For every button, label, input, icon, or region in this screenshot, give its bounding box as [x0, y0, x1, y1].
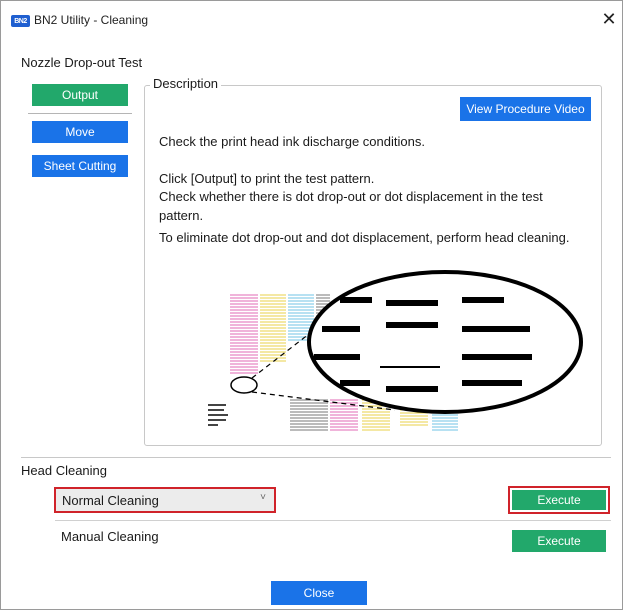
- test-pattern-illustration: [208, 270, 583, 431]
- magnify-target-circle: [230, 376, 258, 394]
- left-divider: [28, 113, 132, 114]
- description-text-1: Check the print head ink discharge condi…: [159, 134, 425, 149]
- sheet-cutting-button[interactable]: Sheet Cutting: [32, 155, 128, 177]
- window-title: BN2 Utility - Cleaning: [34, 13, 149, 27]
- view-procedure-video-button[interactable]: View Procedure Video: [460, 97, 591, 121]
- manual-cleaning-divider: [55, 520, 611, 521]
- chevron-down-icon: ˅: [260, 492, 266, 503]
- title-bar: BN2 BN2 Utility - Cleaning ✕: [0, 0, 623, 42]
- app-logo-icon: BN2: [11, 15, 30, 27]
- description-text-4: To eliminate dot drop-out and dot displa…: [159, 230, 570, 245]
- manual-cleaning-label: Manual Cleaning: [61, 529, 159, 544]
- manual-execute-button[interactable]: Execute: [512, 530, 606, 552]
- description-text-2: Click [Output] to print the test pattern…: [159, 171, 375, 186]
- execute-button[interactable]: Execute: [512, 490, 606, 510]
- head-cleaning-divider: [21, 457, 611, 458]
- move-button[interactable]: Move: [32, 121, 128, 143]
- close-button[interactable]: Close: [271, 581, 367, 605]
- nozzle-test-heading: Nozzle Drop-out Test: [21, 55, 143, 70]
- cleaning-type-value: Normal Cleaning: [62, 493, 159, 508]
- description-legend: Description: [150, 76, 222, 91]
- magnified-nozzle-view: [307, 270, 583, 414]
- output-button[interactable]: Output: [32, 84, 128, 106]
- cleaning-type-select[interactable]: Normal Cleaning ˅: [54, 487, 276, 513]
- close-icon[interactable]: ✕: [598, 8, 620, 30]
- head-cleaning-heading: Head Cleaning: [21, 463, 108, 478]
- description-text-3: Check whether there is dot drop-out or d…: [159, 189, 543, 223]
